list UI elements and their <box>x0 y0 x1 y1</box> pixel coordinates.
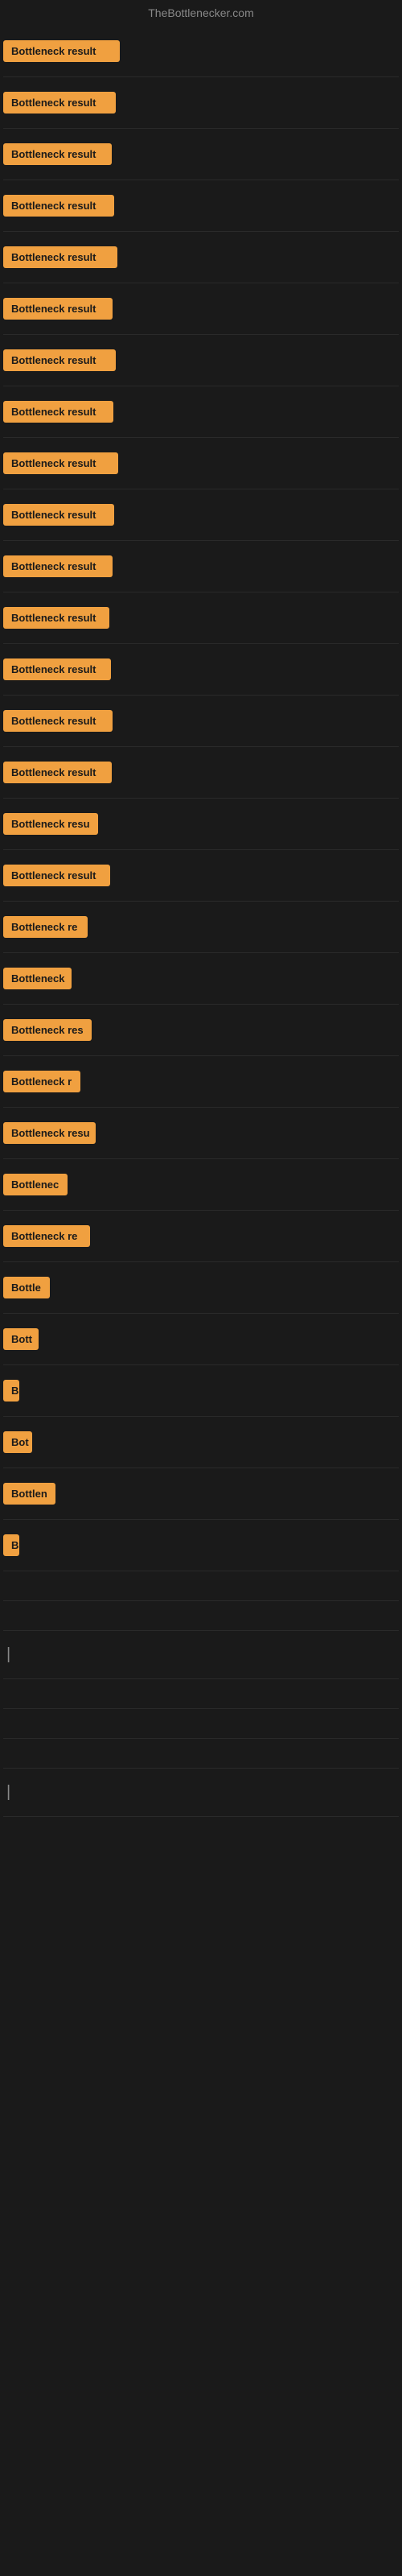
list-item <box>3 1709 399 1739</box>
list-item: Bottleneck re <box>3 1211 399 1262</box>
bottleneck-result-label: Bottleneck r <box>3 1071 80 1092</box>
bottleneck-result-label: Bottleneck result <box>3 40 120 62</box>
bottleneck-result-label: Bottleneck re <box>3 916 88 938</box>
list-item: Bottleneck resu <box>3 1108 399 1159</box>
list-item: Bottleneck result <box>3 386 399 438</box>
list-item: Bottleneck result <box>3 541 399 592</box>
list-item <box>3 1679 399 1709</box>
bottleneck-result-label: Bottleneck result <box>3 607 109 629</box>
list-item: Bott <box>3 1314 399 1365</box>
bottleneck-result-label: Bottlenec <box>3 1174 68 1195</box>
list-item <box>3 1739 399 1769</box>
list-item <box>3 1601 399 1631</box>
list-item: | <box>3 1631 399 1679</box>
bottleneck-result-label: Bottleneck result <box>3 762 112 783</box>
bottleneck-result-label: Bottleneck result <box>3 710 113 732</box>
list-item: Bottlenec <box>3 1159 399 1211</box>
bottleneck-result-label: Bottleneck result <box>3 865 110 886</box>
list-item: Bot <box>3 1417 399 1468</box>
list-item: Bottleneck resu <box>3 799 399 850</box>
bottleneck-result-label: Bottleneck result <box>3 504 114 526</box>
list-item: Bottleneck result <box>3 850 399 902</box>
bottleneck-result-label: B <box>3 1380 19 1402</box>
bottleneck-result-label: Bottleneck <box>3 968 72 989</box>
bottleneck-result-label: Bottleneck result <box>3 246 117 268</box>
list-item: Bottle <box>3 1262 399 1314</box>
list-item: Bottleneck result <box>3 747 399 799</box>
list-item: Bottleneck result <box>3 438 399 489</box>
bottleneck-result-label: B <box>3 1534 19 1556</box>
list-item: Bottleneck result <box>3 696 399 747</box>
list-item: Bottleneck result <box>3 335 399 386</box>
bottleneck-result-label: Bott <box>3 1328 39 1350</box>
bottleneck-result-label: Bottle <box>3 1277 50 1298</box>
list-item: Bottleneck result <box>3 129 399 180</box>
list-item: Bottleneck result <box>3 283 399 335</box>
items-container: Bottleneck result Bottleneck result Bottle… <box>0 26 402 1817</box>
list-item: Bottlen <box>3 1468 399 1520</box>
list-item: Bottleneck result <box>3 26 399 77</box>
separator: | <box>3 1645 10 1664</box>
list-item: Bottleneck result <box>3 232 399 283</box>
bottleneck-result-label: Bottleneck result <box>3 143 112 165</box>
bottleneck-result-label: Bottleneck result <box>3 452 118 474</box>
list-item: Bottleneck result <box>3 77 399 129</box>
list-item: | <box>3 1769 399 1817</box>
bottleneck-result-label: Bottlen <box>3 1483 55 1505</box>
bottleneck-result-label: Bottleneck result <box>3 658 111 680</box>
list-item: Bottleneck result <box>3 489 399 541</box>
bottleneck-result-label: Bottleneck result <box>3 195 114 217</box>
separator: | <box>3 1783 10 1802</box>
list-item: B <box>3 1520 399 1571</box>
bottleneck-result-label: Bot <box>3 1431 32 1453</box>
list-item: Bottleneck res <box>3 1005 399 1056</box>
bottleneck-result-label: Bottleneck resu <box>3 813 98 835</box>
site-title: TheBottlenecker.com <box>0 0 402 26</box>
list-item: Bottleneck result <box>3 592 399 644</box>
list-item: Bottleneck re <box>3 902 399 953</box>
bottleneck-result-label: Bottleneck result <box>3 298 113 320</box>
list-item: Bottleneck result <box>3 180 399 232</box>
bottleneck-result-label: Bottleneck re <box>3 1225 90 1247</box>
list-item: Bottleneck <box>3 953 399 1005</box>
bottleneck-result-label: Bottleneck result <box>3 349 116 371</box>
list-item: B <box>3 1365 399 1417</box>
bottleneck-result-label: Bottleneck res <box>3 1019 92 1041</box>
list-item <box>3 1571 399 1601</box>
list-item: Bottleneck result <box>3 644 399 696</box>
list-item: Bottleneck r <box>3 1056 399 1108</box>
bottleneck-result-label: Bottleneck resu <box>3 1122 96 1144</box>
bottleneck-result-label: Bottleneck result <box>3 555 113 577</box>
bottleneck-result-label: Bottleneck result <box>3 92 116 114</box>
bottleneck-result-label: Bottleneck result <box>3 401 113 423</box>
